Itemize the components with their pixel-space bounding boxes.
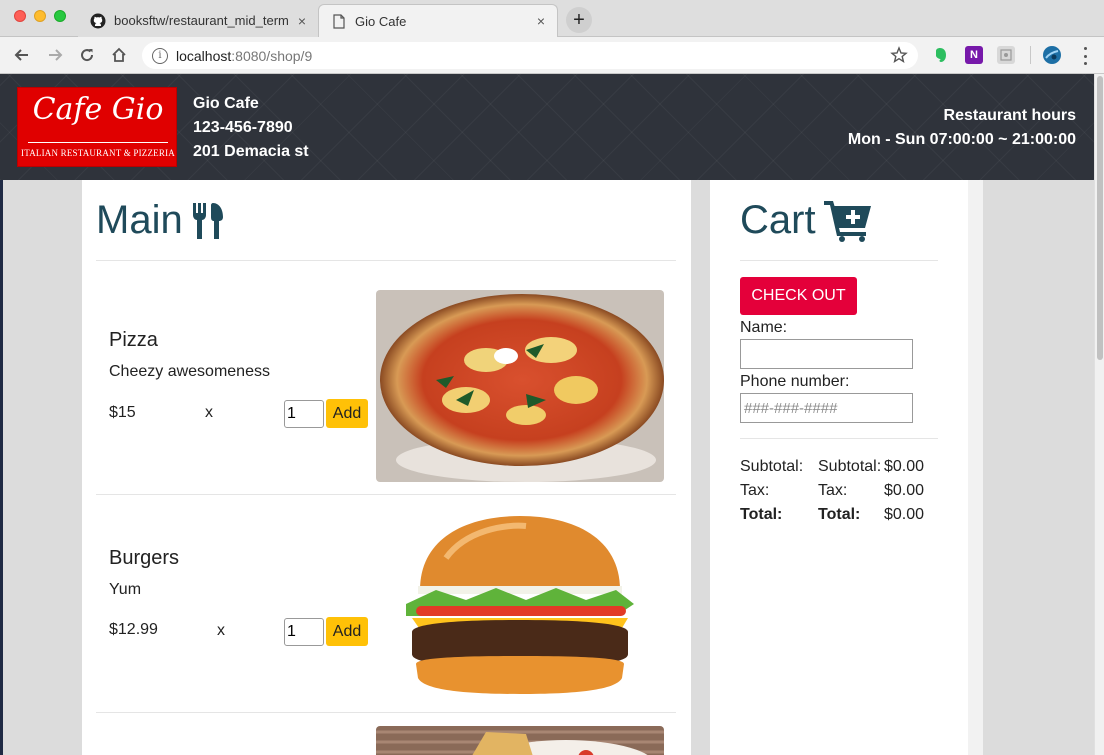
checkout-button[interactable]: CHECK OUT [740, 277, 857, 315]
hours-value: Mon - Sun 07:00:00 ~ 21:00:00 [847, 131, 1076, 148]
logo-rule [28, 142, 168, 143]
menu-panel: Main Pizza Cheezy awesomeness $15 x Add [82, 180, 691, 755]
name-field[interactable] [740, 339, 913, 369]
tax-value: $0.00 [884, 482, 925, 499]
name-label: Name: [740, 319, 788, 336]
item-name: Burgers [109, 547, 180, 569]
subtotal-label: Subtotal: [740, 458, 804, 475]
item-description: Yum [109, 581, 142, 598]
maximize-window-button[interactable] [54, 10, 66, 22]
restaurant-hours: Restaurant hours Mon - Sun 07:00:00 ~ 21… [848, 104, 1076, 152]
item-divider [96, 494, 676, 495]
utensils-icon [192, 202, 223, 239]
site-header: Cafe Gio ITALIAN RESTAURANT & PIZZERIA G… [0, 74, 1094, 180]
shop-address: 201 Demacia st [193, 143, 309, 160]
subtotal-value: $0.00 [884, 458, 925, 475]
shop-info: Gio Cafe 123-456-7890 201 Demacia st [193, 92, 309, 164]
scrollbar-thumb[interactable] [1097, 76, 1103, 360]
browser-tab-bar: booksftw/restaurant_mid_term × Gio Cafe … [0, 0, 1104, 37]
shop-phone: 123-456-7890 [193, 119, 293, 136]
quantity-times: x [205, 404, 213, 421]
tax-label: Tax: [740, 482, 770, 499]
quantity-times: x [217, 622, 225, 639]
item-price: $12.99 [109, 621, 158, 638]
onenote-icon[interactable]: N [965, 46, 983, 64]
logo-script-text: Cafe Gio [32, 92, 164, 127]
cart-divider [740, 260, 938, 261]
subtotal-label-2: Subtotal: [818, 458, 882, 475]
address-bar[interactable]: i localhost:8080/shop/9 [142, 42, 918, 69]
pizza-image [376, 290, 664, 482]
shop-name: Gio Cafe [193, 95, 259, 112]
tax-row: Tax: Tax: $0.00 [740, 482, 940, 506]
total-label: Total: [740, 506, 783, 523]
cart-title: Cart [740, 198, 872, 243]
burger-image [376, 508, 664, 700]
home-icon[interactable] [108, 44, 130, 66]
phone-field[interactable] [740, 393, 913, 423]
back-icon[interactable] [11, 44, 33, 66]
item-divider [96, 712, 676, 713]
url-path: :8080/shop/9 [231, 47, 313, 64]
total-label-2: Total: [818, 506, 861, 523]
toolbar-separator [1030, 46, 1031, 64]
url-host: localhost [176, 47, 232, 64]
cart-divider [740, 438, 938, 439]
add-button[interactable]: Add [326, 399, 368, 428]
cart-plus-icon [823, 200, 871, 242]
left-edge-strip [0, 180, 3, 755]
menu-title: Main [96, 198, 227, 243]
cart-title-text: Cart [740, 198, 816, 242]
minimize-window-button[interactable] [34, 10, 46, 22]
tab-title: Gio Cafe [355, 13, 407, 29]
add-button[interactable]: Add [326, 617, 368, 646]
reload-icon[interactable] [76, 44, 98, 66]
tax-label-2: Tax: [818, 482, 848, 499]
item-price: $15 [109, 404, 136, 421]
right-gutter [968, 180, 983, 755]
hours-label: Restaurant hours [943, 107, 1076, 124]
close-icon[interactable]: × [298, 13, 306, 29]
page-scrollbar[interactable] [1094, 74, 1104, 755]
quantity-input[interactable] [284, 618, 324, 646]
total-value: $0.00 [884, 506, 925, 523]
close-window-button[interactable] [14, 10, 26, 22]
subtotal-row: Subtotal: Subtotal: $0.00 [740, 458, 940, 482]
forward-icon[interactable] [44, 44, 66, 66]
bookmark-star-icon[interactable] [890, 46, 908, 69]
phone-label: Phone number: [740, 373, 850, 390]
new-tab-button[interactable]: + [566, 7, 592, 33]
total-row: Total: Total: $0.00 [740, 506, 940, 530]
item-description: Cheezy awesomeness [109, 363, 270, 380]
logo-subtitle: ITALIAN RESTAURANT & PIZZERIA [21, 148, 175, 158]
menu-title-text: Main [96, 198, 183, 242]
menu-divider [96, 260, 676, 261]
tab-title: booksftw/restaurant_mid_term [114, 13, 289, 28]
document-icon [331, 13, 347, 29]
cafe-gio-logo[interactable]: Cafe Gio ITALIAN RESTAURANT & PIZZERIA [17, 87, 177, 167]
quantity-input[interactable] [284, 400, 324, 428]
food-image-partial [376, 726, 664, 755]
item-name: Pizza [109, 329, 158, 351]
evernote-icon[interactable] [932, 46, 950, 64]
github-icon [90, 13, 106, 29]
close-icon[interactable]: × [537, 13, 545, 29]
menu-kebab-icon[interactable] [1078, 47, 1092, 65]
browser-toolbar: i localhost:8080/shop/9 N [0, 37, 1104, 74]
info-icon[interactable]: i [152, 47, 168, 64]
tab-github[interactable]: booksftw/restaurant_mid_term × [78, 4, 318, 37]
cart-panel: Cart CHECK OUT Name: Phone number: Subto… [710, 180, 968, 755]
tab-gio-cafe[interactable]: Gio Cafe × [318, 4, 558, 37]
profile-avatar[interactable] [1043, 46, 1061, 64]
web-page: Cafe Gio ITALIAN RESTAURANT & PIZZERIA G… [0, 74, 1104, 755]
extension-icon[interactable] [997, 46, 1015, 64]
